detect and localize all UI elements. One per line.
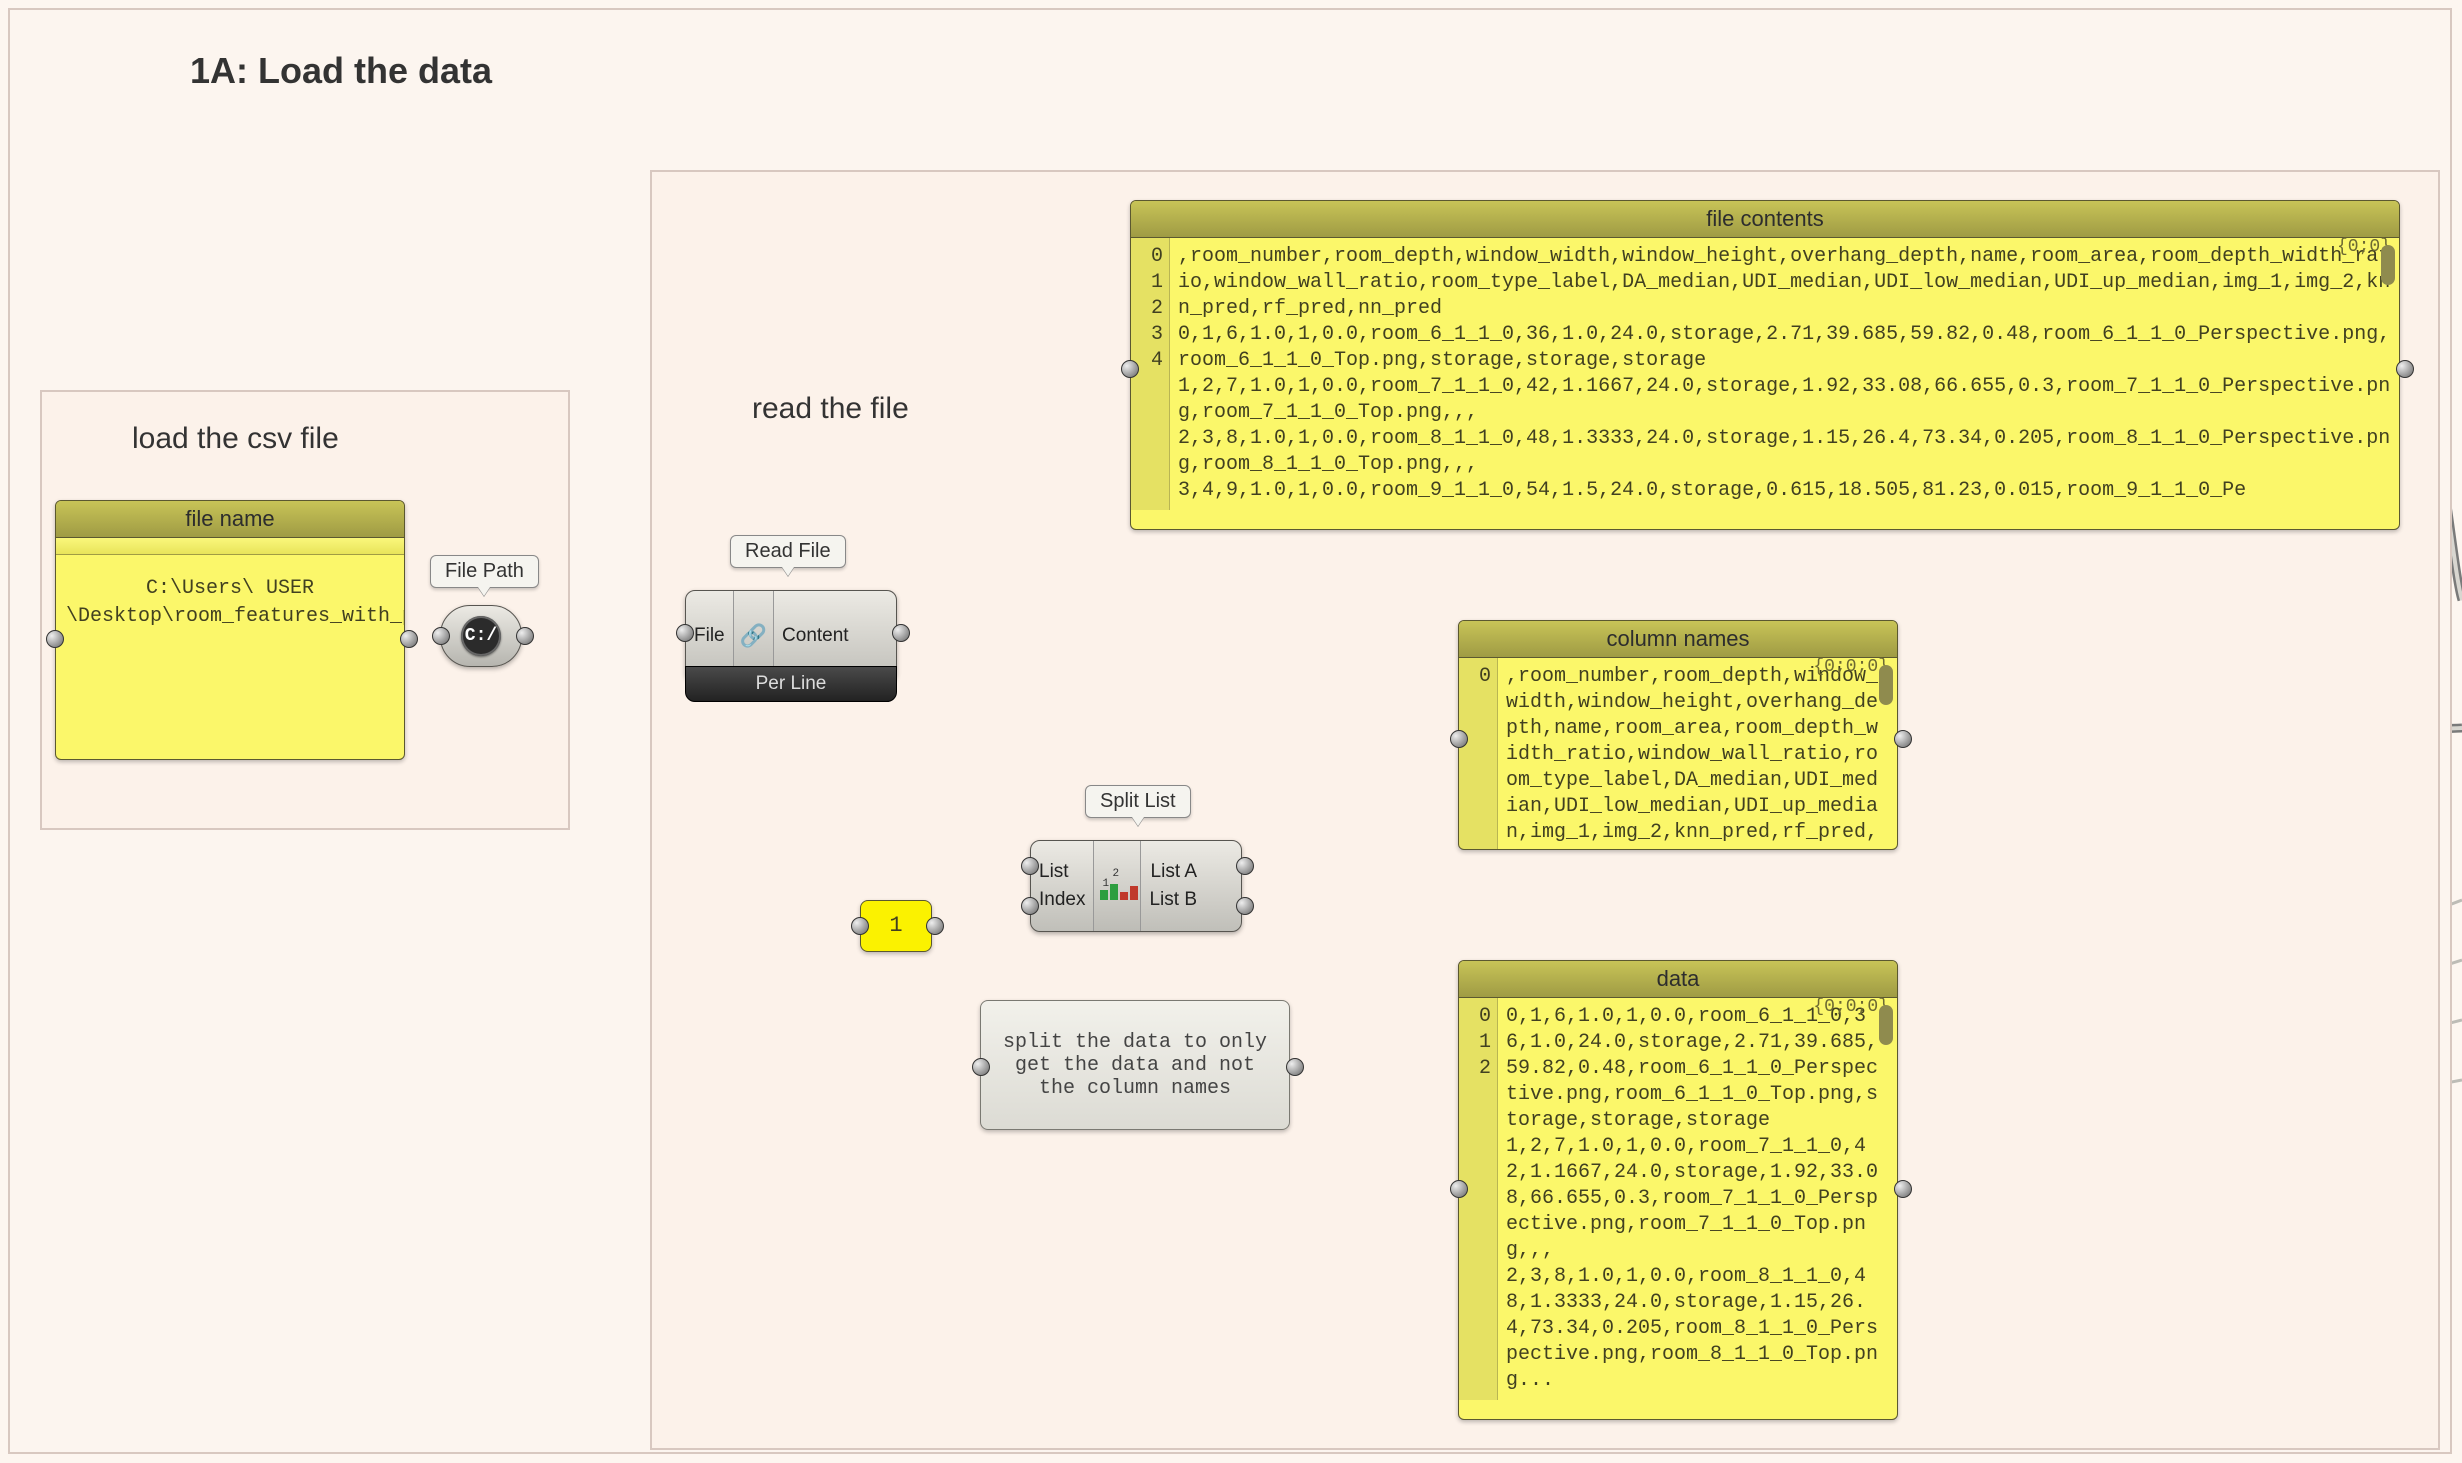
panel-data-grip-in[interactable] [1450, 1180, 1468, 1198]
file-path-grip-out[interactable] [516, 627, 534, 645]
panel-file-name-grip-out[interactable] [400, 630, 418, 648]
panel-file-name-text: C:\Users\ USER \Desktop\room_features_wi… [56, 555, 404, 651]
split-list-out-a[interactable]: List A [1151, 861, 1197, 883]
split-list-icon: 2 1 [1100, 872, 1134, 900]
panel-index-grip-in[interactable] [851, 917, 869, 935]
read-file-grip-in[interactable] [676, 624, 694, 642]
split-list-in-index[interactable]: Index [1039, 889, 1085, 911]
split-list-grip-out-b[interactable] [1236, 897, 1254, 915]
panel-file-name-grip-in[interactable] [46, 630, 64, 648]
panel-file-contents-header: file contents [1131, 201, 2399, 238]
panel-data[interactable]: data {0;0;0} 0 1 2 0,1,6,1.0,1,0.0,room_… [1458, 960, 1898, 1420]
split-list-grip-out-a[interactable] [1236, 857, 1254, 875]
file-path-grip-in[interactable] [432, 627, 450, 645]
panel-column-names-header: column names [1459, 621, 1897, 658]
group-load-csv-title: load the csv file [132, 422, 339, 456]
panel-data-gutter: 0 1 2 [1459, 998, 1498, 1400]
drive-icon: C:/ [461, 616, 501, 656]
panel-column-names[interactable]: column names {0;0;0} 0 ,room_number,room… [1458, 620, 1898, 850]
panel-data-header: data [1459, 961, 1897, 998]
panel-column-names-grip-out[interactable] [1894, 730, 1912, 748]
link-icon: 🔗 [740, 623, 767, 649]
panel-data-path: {0;0;0} [1813, 997, 1889, 1017]
split-list-grip-in-list[interactable] [1021, 857, 1039, 875]
split-list-label: Split List [1085, 785, 1191, 818]
read-file-per-line[interactable]: Per Line [685, 666, 897, 702]
file-path-label: File Path [430, 555, 539, 588]
split-list-in-list[interactable]: List [1039, 861, 1085, 883]
note-grip-in[interactable] [972, 1058, 990, 1076]
read-file-label: Read File [730, 535, 846, 568]
note-grip-out[interactable] [1286, 1058, 1304, 1076]
panel-column-names-scroll[interactable] [1879, 665, 1893, 705]
read-file-in-file[interactable]: File [694, 625, 725, 647]
read-file-grip-out[interactable] [892, 624, 910, 642]
outer-group-title: 1A: Load the data [190, 50, 492, 92]
panel-file-name-header: file name [56, 501, 404, 538]
panel-file-contents-scroll[interactable] [2381, 245, 2395, 285]
file-path-component[interactable]: C:/ [440, 605, 522, 667]
panel-column-names-gutter: 0 [1459, 658, 1498, 850]
split-list-component[interactable]: List Index 2 1 List A List B [1030, 840, 1242, 932]
panel-file-contents[interactable]: file contents {0;0} 0 1 2 3 4 ,room_numb… [1130, 200, 2400, 530]
panel-file-contents-grip-out[interactable] [2396, 360, 2414, 378]
group-read-file-title: read the file [752, 392, 909, 426]
panel-file-contents-body: ,room_number,room_depth,window_width,win… [1170, 238, 2399, 510]
panel-data-grip-out[interactable] [1894, 1180, 1912, 1198]
panel-column-names-grip-in[interactable] [1450, 730, 1468, 748]
panel-column-names-body: ,room_number,room_depth,window_width,win… [1498, 658, 1897, 850]
split-list-out-b[interactable]: List B [1149, 889, 1197, 911]
read-file-out-content[interactable]: Content [782, 625, 849, 647]
panel-file-name[interactable]: file name C:\Users\ USER \Desktop\room_f… [55, 500, 405, 760]
panel-column-names-path: {0;0;0} [1813, 657, 1889, 677]
split-list-grip-in-index[interactable] [1021, 897, 1039, 915]
panel-index-value[interactable]: 1 [860, 900, 932, 952]
panel-index-grip-out[interactable] [926, 917, 944, 935]
panel-data-body: 0,1,6,1.0,1,0.0,room_6_1_1_0,36,1.0,24.0… [1498, 998, 1897, 1400]
note-split-explain[interactable]: split the data to only get the data and … [980, 1000, 1290, 1130]
panel-data-scroll[interactable] [1879, 1005, 1893, 1045]
panel-file-contents-grip-in[interactable] [1121, 360, 1139, 378]
